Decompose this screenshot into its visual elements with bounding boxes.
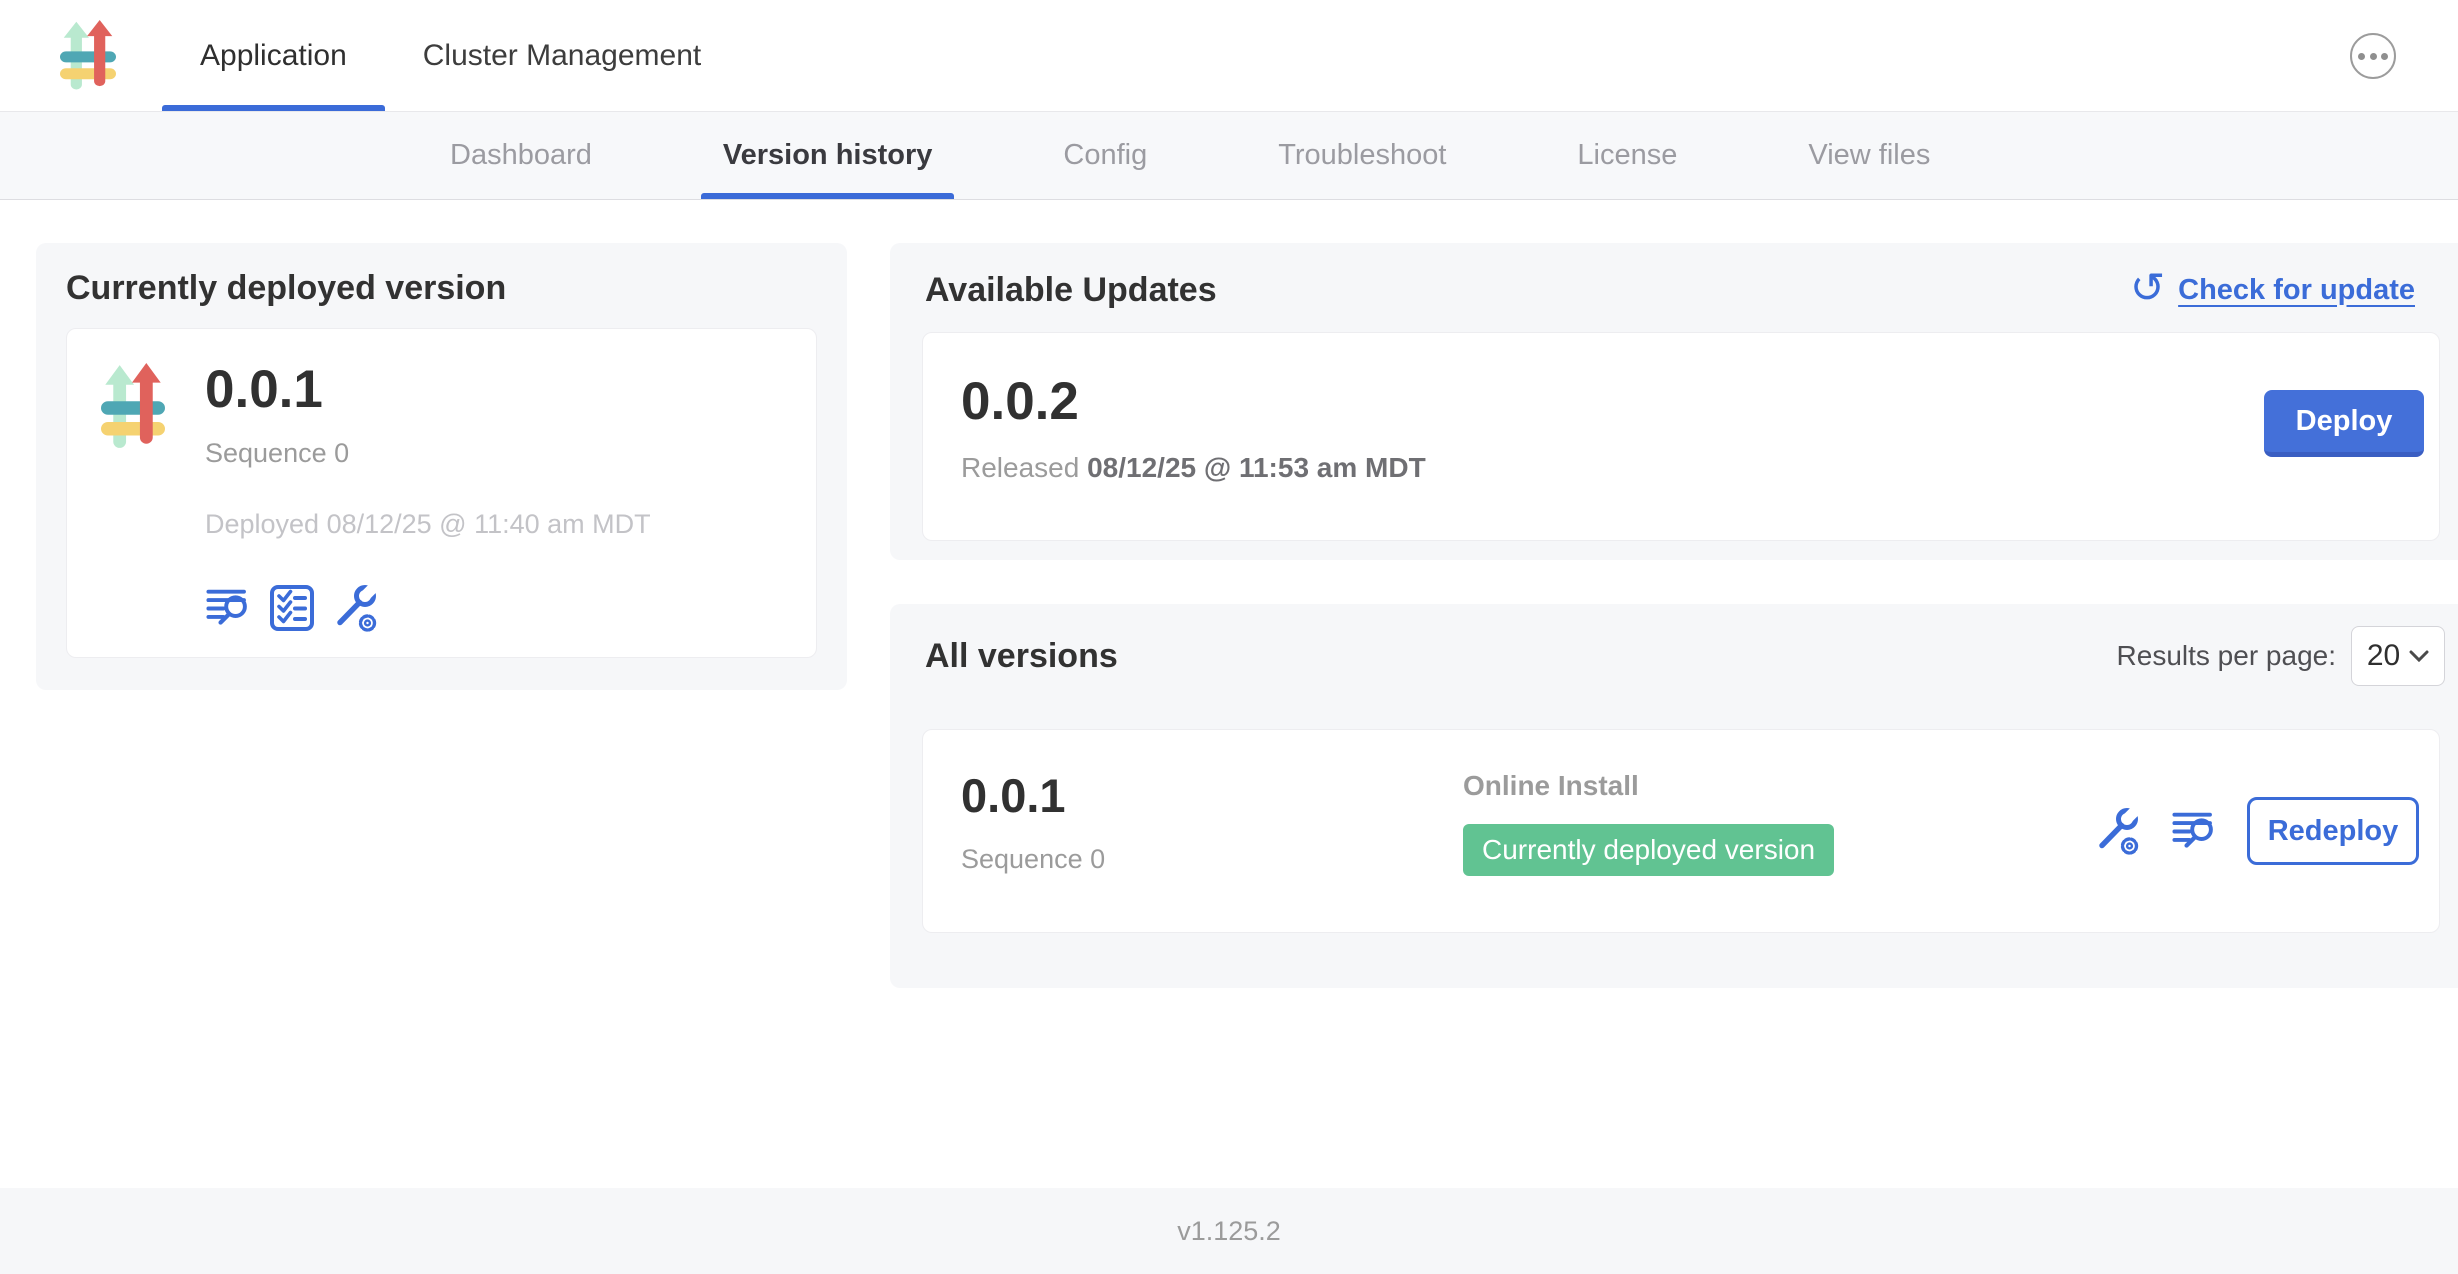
all-versions-panel: All versions Results per page: 20 0.0.1 … <box>890 604 2458 988</box>
available-updates-panel: Available Updates ↺ Check for update 0.0… <box>890 243 2458 560</box>
available-updates-title: Available Updates <box>925 271 1217 310</box>
results-per-page-select[interactable]: 20 <box>2351 626 2445 686</box>
currently-deployed-panel: Currently deployed version 0.0.1 Sequenc… <box>36 243 847 690</box>
subnav-tab-license[interactable]: License <box>1577 112 1677 199</box>
app-subnav: Dashboard Version history Config Trouble… <box>0 112 2458 200</box>
results-per-page-value: 20 <box>2367 639 2400 673</box>
released-label: Released <box>961 452 1079 483</box>
update-row: 0.0.2 Released 08/12/25 @ 11:53 am MDT D… <box>922 332 2440 541</box>
top-navbar: Application Cluster Management <box>0 0 2458 112</box>
subnav-tab-config[interactable]: Config <box>1063 112 1147 199</box>
install-type-label: Online Install <box>1463 770 1834 802</box>
console-footer: v1.125.2 <box>0 1188 2458 1274</box>
ellipsis-dot <box>2381 53 2388 60</box>
app-logo-icon <box>60 20 116 92</box>
preflight-checks-icon[interactable] <box>269 584 315 632</box>
check-for-update-link[interactable]: ↺ Check for update <box>2130 269 2415 311</box>
ellipsis-dot <box>2370 53 2377 60</box>
deployed-actions <box>205 582 651 634</box>
deployed-timestamp: Deployed 08/12/25 @ 11:40 am MDT <box>205 509 651 540</box>
ellipsis-dot <box>2358 53 2365 60</box>
edit-config-icon[interactable] <box>331 582 381 634</box>
row-actions: Redeploy <box>2093 730 2419 932</box>
update-released-line: Released 08/12/25 @ 11:53 am MDT <box>961 452 2439 484</box>
release-notes-icon[interactable] <box>205 587 253 630</box>
released-timestamp: 08/12/25 @ 11:53 am MDT <box>1087 452 1426 483</box>
results-per-page: Results per page: 20 <box>2117 626 2445 686</box>
currently-deployed-badge: Currently deployed version <box>1463 824 1834 876</box>
subnav-tab-dashboard[interactable]: Dashboard <box>450 112 592 199</box>
redeploy-button[interactable]: Redeploy <box>2247 797 2419 865</box>
chevron-down-icon <box>2409 650 2429 662</box>
check-for-update-label: Check for update <box>2178 274 2415 307</box>
nav-tab-cluster-management[interactable]: Cluster Management <box>385 0 739 111</box>
subnav-tab-troubleshoot-label: Troubleshoot <box>1278 139 1446 172</box>
edit-config-icon[interactable] <box>2093 805 2143 857</box>
currently-deployed-title: Currently deployed version <box>66 269 817 308</box>
overflow-menu-button[interactable] <box>2350 33 2396 79</box>
nav-tab-application[interactable]: Application <box>162 0 385 111</box>
deployed-version-number: 0.0.1 <box>205 361 651 418</box>
top-nav-tabs: Application Cluster Management <box>162 0 739 111</box>
subnav-tab-version-history[interactable]: Version history <box>723 112 933 199</box>
deployed-sequence: Sequence 0 <box>205 438 651 469</box>
nav-tab-cluster-management-label: Cluster Management <box>423 39 701 73</box>
release-notes-icon[interactable] <box>2171 810 2219 853</box>
results-per-page-label: Results per page: <box>2117 640 2336 672</box>
subnav-tab-view-files[interactable]: View files <box>1808 112 1930 199</box>
admin-console: Application Cluster Management Dashboard… <box>0 0 2458 1274</box>
app-logo-icon <box>101 363 165 451</box>
subnav-tab-view-files-label: View files <box>1808 139 1930 172</box>
subnav-tab-license-label: License <box>1577 139 1677 172</box>
subnav-tab-config-label: Config <box>1063 139 1147 172</box>
update-version-number: 0.0.2 <box>961 373 2439 430</box>
active-tab-underline <box>701 193 955 199</box>
console-version: v1.125.2 <box>1177 1216 1281 1247</box>
version-history-page: Currently deployed version 0.0.1 Sequenc… <box>0 200 2458 1188</box>
subnav-tab-troubleshoot[interactable]: Troubleshoot <box>1278 112 1446 199</box>
subnav-tab-version-history-label: Version history <box>723 139 933 172</box>
version-row: 0.0.1 Sequence 0 Online Install Currentl… <box>922 729 2440 933</box>
deploy-button[interactable]: Deploy <box>2264 390 2424 457</box>
refresh-icon: ↺ <box>2130 267 2165 309</box>
currently-deployed-card: 0.0.1 Sequence 0 Deployed 08/12/25 @ 11:… <box>66 328 817 658</box>
subnav-tab-dashboard-label: Dashboard <box>450 139 592 172</box>
active-tab-underline <box>162 105 385 111</box>
nav-tab-application-label: Application <box>200 39 347 73</box>
all-versions-title: All versions <box>925 637 1118 676</box>
